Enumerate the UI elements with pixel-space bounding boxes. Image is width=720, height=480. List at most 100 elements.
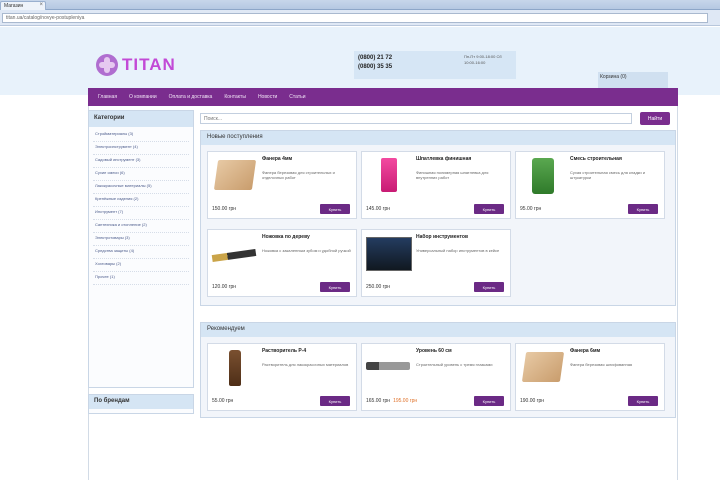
sidebar-item[interactable]: Сантехника и отопление (2): [93, 220, 189, 233]
product-name[interactable]: Растворитель Р-4: [262, 348, 354, 354]
address-bar[interactable]: titan.ua/catalog/novye-postupleniya: [2, 13, 708, 23]
nav-item[interactable]: Контакты: [220, 93, 250, 101]
nav-item[interactable]: О компании: [125, 93, 161, 101]
logo-icon: [96, 54, 118, 76]
sidebar-item[interactable]: Средства защиты (4): [93, 246, 189, 259]
sidebar-item[interactable]: Крепёжные изделия (2): [93, 194, 189, 207]
buy-button[interactable]: Купить: [628, 396, 658, 406]
product-photo: [521, 352, 565, 382]
product-name[interactable]: Набор инструментов: [416, 234, 508, 240]
product-card[interactable]: Ножовка по дереву Ножовка с закаленным зу…: [207, 229, 357, 297]
product-name[interactable]: Фанера 6мм: [570, 348, 662, 354]
product-name[interactable]: Фанера 4мм: [262, 156, 354, 162]
sidebar-item[interactable]: Стройматериалы (3): [93, 129, 189, 142]
product-photo: [366, 362, 410, 370]
product-price: 95.00 грн: [520, 206, 541, 212]
sidebar-item[interactable]: Лакокрасочные материалы (5): [93, 181, 189, 194]
product-card[interactable]: Набор инструментов Универсальный набор ин…: [361, 229, 511, 297]
buy-button[interactable]: Купить: [628, 204, 658, 214]
product-name[interactable]: Уровень 60 см: [416, 348, 508, 354]
sidebar-item[interactable]: Прочее (1): [93, 272, 189, 285]
product-description: Универсальный набор инструментов в кейсе: [416, 248, 500, 253]
price-current: 150.00 грн: [212, 206, 237, 212]
product-image[interactable]: [520, 156, 566, 196]
category-list: Стройматериалы (3) Электроинструмент (4)…: [89, 127, 193, 287]
product-photo: [366, 237, 412, 271]
product-description: Сухая строительная смесь для кладки и шт…: [570, 170, 646, 180]
phone-block: (0800) 21 72 (0800) 35 35 Пн-Пт 9:00-18:…: [354, 51, 516, 79]
product-photo: [381, 158, 397, 192]
product-card[interactable]: Шпатлевка финишная Финишная полимерная шп…: [361, 151, 511, 219]
product-price: 120.00 грн: [212, 284, 236, 290]
sidebar-item[interactable]: Садовый инструмент (3): [93, 155, 189, 168]
product-image[interactable]: [211, 234, 258, 274]
product-price: 145.00 грн: [366, 206, 390, 212]
product-card[interactable]: Растворитель Р-4 Растворитель для лакокра…: [207, 343, 357, 411]
search-input[interactable]: [200, 113, 632, 124]
price-current: 120.00 грн: [212, 284, 237, 290]
product-description: Строительный уровень с тремя глазками: [416, 362, 493, 367]
product-image[interactable]: [366, 348, 412, 388]
product-image[interactable]: [520, 348, 566, 388]
sidebar-title: Категории: [89, 111, 193, 127]
product-image[interactable]: [212, 156, 258, 196]
logo-text: TITAN: [122, 55, 176, 74]
product-price: 165.00 грн 195.00 грн: [366, 398, 417, 404]
brand-sidebar: По брендам: [88, 394, 194, 414]
product-image[interactable]: [366, 156, 412, 196]
buy-button[interactable]: Купить: [474, 282, 504, 292]
sidebar-item[interactable]: Инструмент (7): [93, 207, 189, 220]
product-photo: [213, 160, 257, 190]
price-current: 165.00 грн: [366, 398, 391, 404]
product-card[interactable]: Фанера 4мм Фанера березовая для строитель…: [207, 151, 357, 219]
nav-item[interactable]: Новости: [254, 93, 281, 101]
sidebar-item[interactable]: Хозтовары (2): [93, 259, 189, 272]
main-nav: Главная О компании Оплата и доставка Кон…: [88, 88, 678, 106]
price-current: 95.00 грн: [520, 206, 542, 212]
product-name[interactable]: Ножовка по дереву: [262, 234, 354, 240]
product-card[interactable]: Смесь строительная Сухая строительная сме…: [515, 151, 665, 219]
browser-tab[interactable]: Магазин ×: [0, 1, 46, 10]
buy-button[interactable]: Купить: [320, 204, 350, 214]
product-description: Ножовка с закаленным зубом и удобной руч…: [262, 248, 351, 253]
browser-tab-title: Магазин: [4, 3, 24, 9]
recommended-section: Рекомендуем Растворитель Р-4 Растворитель…: [200, 322, 676, 418]
nav-item[interactable]: Главная: [94, 93, 121, 101]
new-products-section: Новые поступления Фанера 4мм Фанера берез…: [200, 130, 676, 306]
nav-item[interactable]: Статьи: [285, 93, 309, 101]
product-name[interactable]: Смесь строительная: [570, 156, 662, 162]
nav-item[interactable]: Оплата и доставка: [165, 93, 217, 101]
product-image[interactable]: [366, 234, 412, 274]
buy-button[interactable]: Купить: [474, 204, 504, 214]
product-description: Растворитель для лакокрасочных материало…: [262, 362, 349, 367]
close-icon[interactable]: ×: [39, 2, 43, 8]
buy-button[interactable]: Купить: [320, 282, 350, 292]
sidebar-title: По брендам: [89, 395, 193, 409]
product-card[interactable]: Фанера 6мм Фанера березовая шлифованная 19…: [515, 343, 665, 411]
section-title: Рекомендуем: [201, 323, 675, 337]
sidebar-item[interactable]: Сухие смеси (6): [93, 168, 189, 181]
product-image[interactable]: [212, 348, 258, 388]
product-price: 190.00 грн: [520, 398, 544, 404]
site-logo[interactable]: TITAN: [96, 53, 176, 77]
product-card[interactable]: Уровень 60 см Строительный уровень с трем…: [361, 343, 511, 411]
product-description: Финишная полимерная шпатлевка для внутре…: [416, 170, 489, 180]
buy-button[interactable]: Купить: [474, 396, 504, 406]
browser-tabbar: Магазин ×: [0, 0, 720, 10]
product-photo: [211, 248, 257, 263]
search-bar: Найти: [200, 112, 672, 126]
sidebar-item[interactable]: Электротовары (3): [93, 233, 189, 246]
price-current: 55.00 грн: [212, 398, 234, 404]
price-current: 250.00 грн: [366, 284, 391, 290]
section-title: Новые поступления: [201, 131, 675, 145]
product-description: Фанера березовая шлифованная: [570, 362, 633, 367]
search-button[interactable]: Найти: [640, 112, 670, 125]
price-current: 145.00 грн: [366, 206, 391, 212]
buy-button[interactable]: Купить: [320, 396, 350, 406]
product-name[interactable]: Шпатлевка финишная: [416, 156, 508, 162]
product-description: Фанера березовая для строительных и отде…: [262, 170, 335, 180]
product-price: 150.00 грн: [212, 206, 236, 212]
category-sidebar: Категории Стройматериалы (3) Электроинст…: [88, 110, 194, 388]
working-hours: Пн-Пт 9:00-18:00 Сб 10:00-16:00: [464, 54, 502, 65]
sidebar-item[interactable]: Электроинструмент (4): [93, 142, 189, 155]
